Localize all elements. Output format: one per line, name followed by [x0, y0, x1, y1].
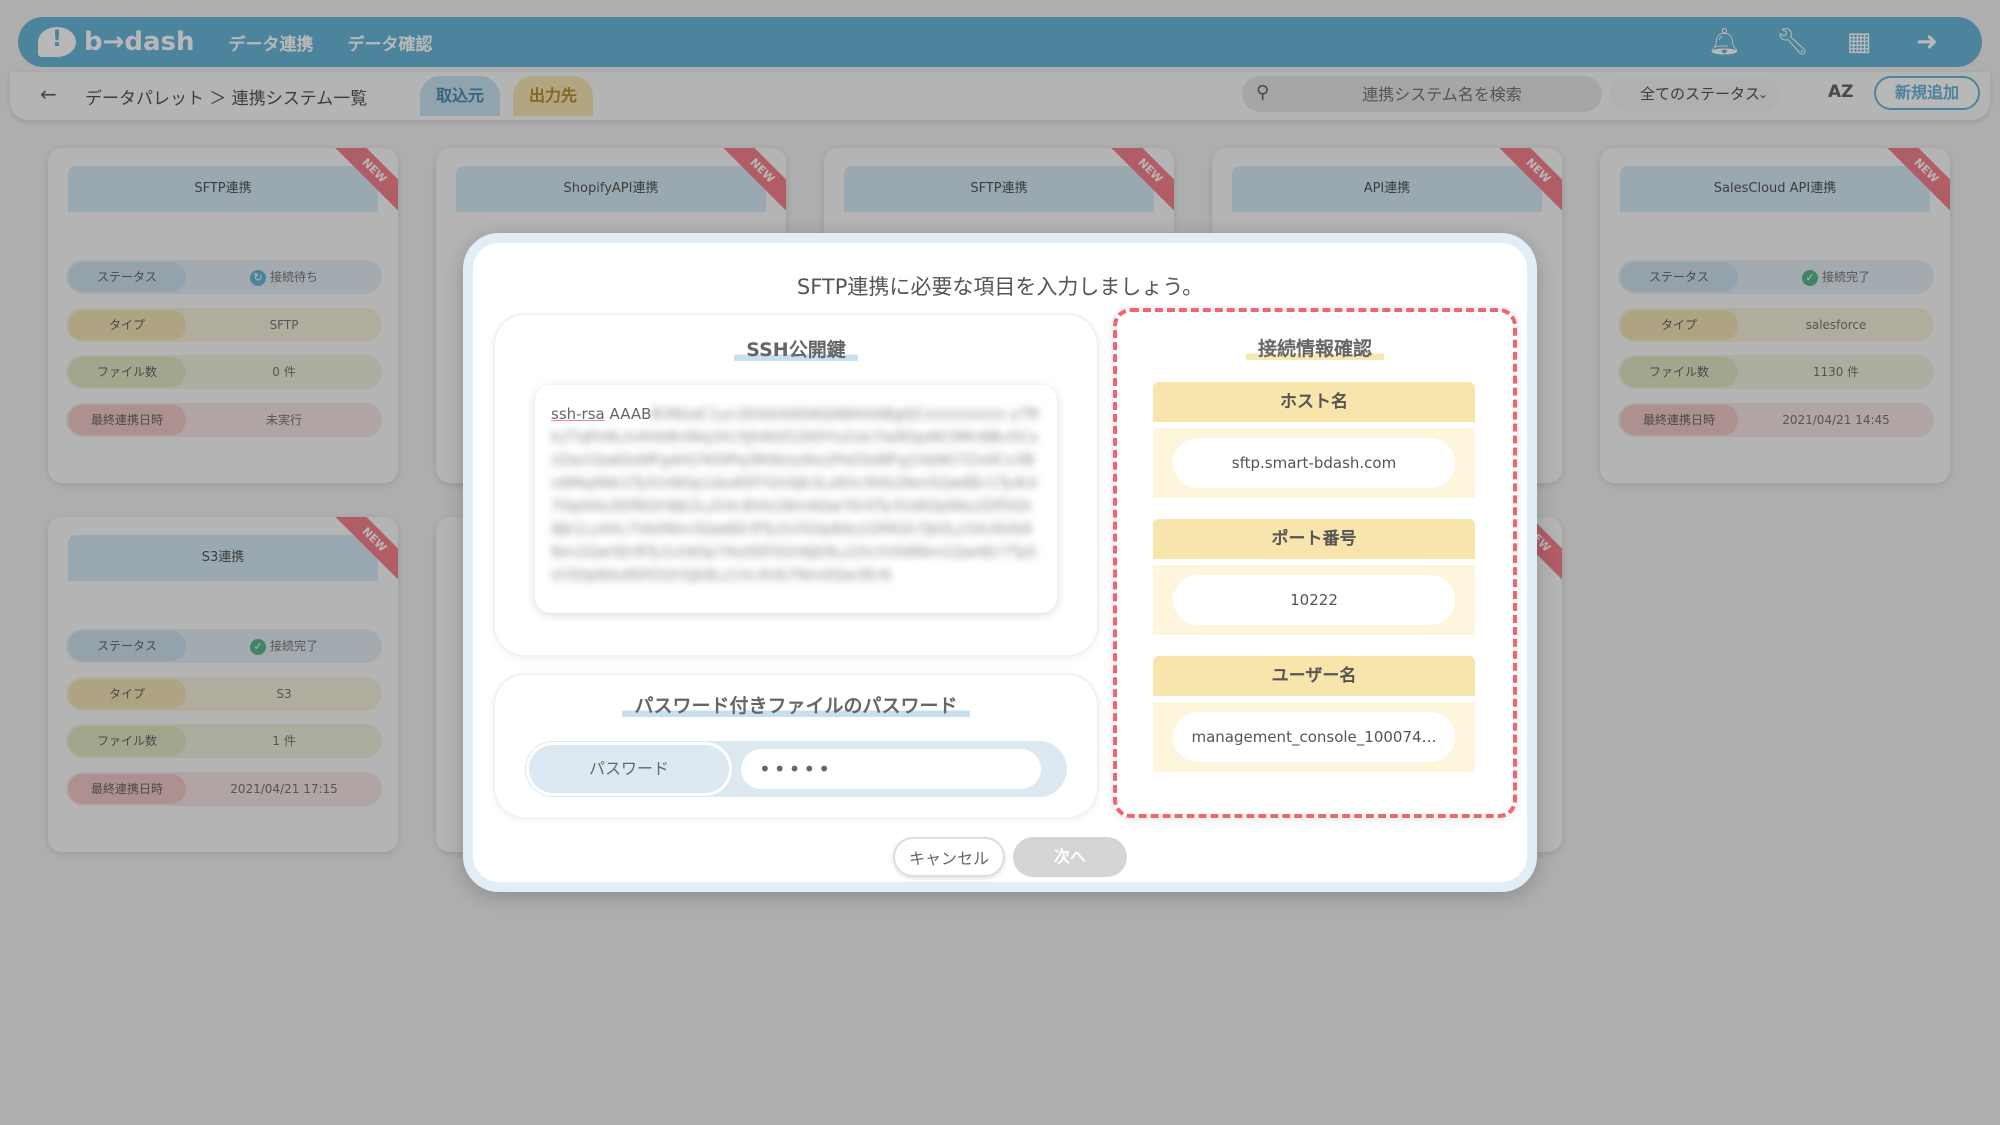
user-field: ユーザー名 management_console_100074…: [1153, 656, 1475, 772]
user-value[interactable]: management_console_100074…: [1173, 712, 1455, 762]
host-label: ホスト名: [1153, 382, 1475, 422]
host-value[interactable]: sftp.smart-bdash.com: [1173, 438, 1455, 488]
port-label: ポート番号: [1153, 519, 1475, 559]
host-field: ホスト名 sftp.smart-bdash.com: [1153, 382, 1475, 498]
ssh-section-title: SSH公開鍵: [495, 335, 1097, 362]
password-input[interactable]: [741, 749, 1041, 789]
modal-title: SFTP連携に必要な項目を入力しましょう。: [796, 275, 1204, 299]
next-button[interactable]: 次へ: [1013, 837, 1127, 877]
ssh-key-prefix: ssh-rsa: [551, 405, 605, 423]
connection-section-title: 接続情報確認: [1117, 334, 1513, 361]
port-field: ポート番号 10222: [1153, 519, 1475, 635]
ssh-key-text: ssh-rsa AAABB3NzaC1yc2EAAAADAQABAAABgQCx…: [551, 403, 1041, 587]
ssh-key-box[interactable]: ssh-rsa AAABB3NzaC1yc2EAAAADAQABAAABgQCx…: [535, 385, 1057, 613]
ssh-key-blurred: B3NzaC1yc2EAAAADAQABAAABgQCxxxxxxxxx y7R…: [551, 405, 1039, 584]
port-value[interactable]: 10222: [1173, 575, 1455, 625]
user-label: ユーザー名: [1153, 656, 1475, 696]
ssh-key-start: AAAB: [609, 405, 652, 423]
password-panel: パスワード付きファイルのパスワード パスワード: [495, 675, 1097, 817]
password-label: パスワード: [529, 745, 729, 793]
password-section-title: パスワード付きファイルのパスワード: [495, 691, 1097, 718]
connection-info-panel: 接続情報確認 ホスト名 sftp.smart-bdash.com ポート番号 1…: [1113, 308, 1517, 818]
cancel-button[interactable]: キャンセル: [893, 837, 1005, 877]
password-row: パスワード: [525, 741, 1067, 797]
ssh-key-panel: SSH公開鍵 ssh-rsa AAABB3NzaC1yc2EAAAADAQABA…: [495, 315, 1097, 655]
sftp-setup-modal: SFTP連携に必要な項目を入力しましょう。 SSH公開鍵 ssh-rsa AAA…: [463, 233, 1537, 892]
